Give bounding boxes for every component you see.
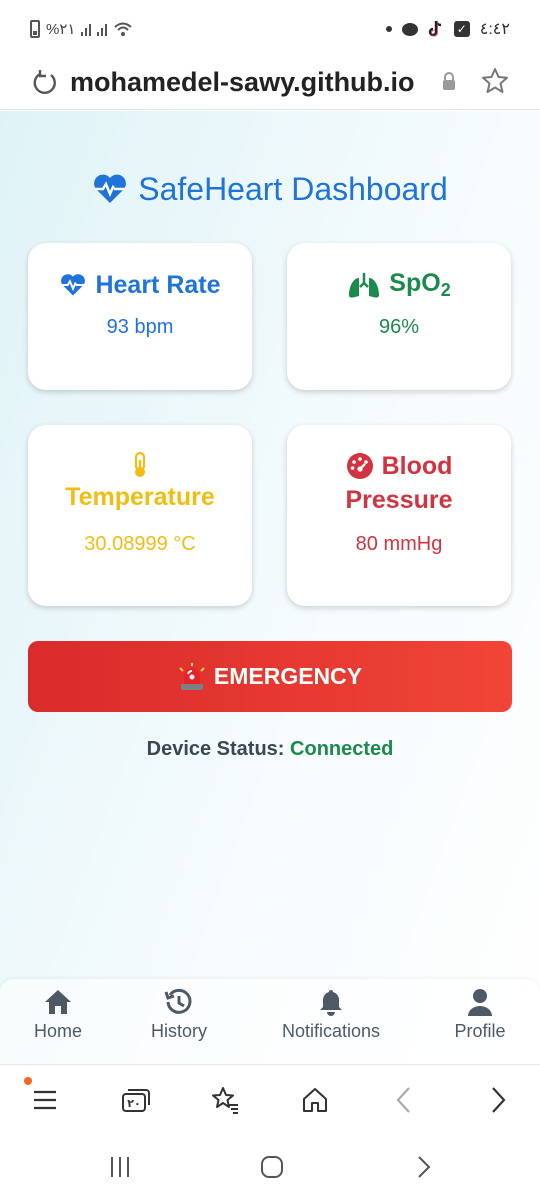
- spo2-value: 96%: [378, 316, 420, 338]
- signal-icon-2: [97, 22, 108, 36]
- status-bar: %٢١ ✓ ٤:٤٢: [0, 0, 540, 58]
- status-left: %٢١: [30, 18, 133, 40]
- system-nav-bar: [0, 1134, 540, 1200]
- spo2-card: SpO2 96%: [287, 243, 511, 390]
- home-browser-icon[interactable]: [300, 1085, 330, 1115]
- device-status: Device Status: Connected: [0, 738, 540, 761]
- checkbox-icon: ✓: [453, 21, 470, 37]
- tiktok-icon: [428, 20, 441, 37]
- menu-notification-dot: [24, 1077, 32, 1085]
- heart-pulse-icon: [94, 174, 127, 203]
- status-right: ✓ ٤:٤٢: [385, 18, 510, 40]
- battery-icon: [30, 20, 40, 38]
- blood-pressure-label-line1: Blood: [381, 452, 453, 480]
- dashboard-title: SafeHeart Dashboard: [0, 167, 540, 211]
- recent-apps-icon[interactable]: [106, 1154, 134, 1180]
- emergency-label: EMERGENCY: [213, 663, 363, 689]
- wifi-icon: [114, 22, 133, 36]
- app-bottom-nav: Home History Notifications Profile: [0, 979, 540, 1064]
- home-icon: [45, 990, 71, 1014]
- nav-history[interactable]: History: [143, 987, 215, 1057]
- device-status-label: Device Status:: [146, 738, 285, 760]
- thermometer-icon: [134, 451, 146, 477]
- chat-icon: [401, 22, 418, 36]
- bookmarks-icon[interactable]: [210, 1085, 240, 1115]
- nav-notifications[interactable]: Notifications: [270, 987, 392, 1057]
- url-text[interactable]: mohamedel-sawy.github.io: [70, 64, 424, 100]
- tabs-count: ٢٠: [127, 1098, 141, 1110]
- heart-rate-header: Heart Rate: [28, 268, 252, 302]
- nav-profile-label: Profile: [454, 1021, 506, 1041]
- device-status-value: Connected: [290, 738, 394, 760]
- heart-rate-card: Heart Rate 93 bpm: [28, 243, 252, 390]
- spo2-label: SpO2: [389, 269, 450, 301]
- nav-history-label: History: [150, 1021, 207, 1041]
- history-icon: [164, 988, 192, 1014]
- siren-icon: [179, 662, 205, 690]
- nav-home-label: Home: [33, 1021, 82, 1041]
- blood-pressure-card: Blood Pressure 80 mmHg: [287, 425, 511, 606]
- url-bar: mohamedel-sawy.github.io: [0, 58, 540, 110]
- lock-icon[interactable]: [440, 71, 458, 93]
- battery-percent: %٢١: [46, 21, 76, 38]
- blood-pressure-header: Blood Pressure: [287, 449, 511, 517]
- signal-icon: [81, 22, 92, 36]
- bookmark-star-icon[interactable]: [480, 66, 510, 96]
- nav-profile[interactable]: Profile: [446, 987, 514, 1057]
- lungs-icon: [349, 273, 380, 298]
- spo2-label-main: SpO: [389, 269, 441, 297]
- url-value: mohamedel-sawy.github.io: [70, 67, 415, 97]
- heart-rate-value: 93 bpm: [106, 316, 174, 338]
- nav-home[interactable]: Home: [28, 987, 88, 1057]
- temperature-card: Temperature 30.08999 °C: [28, 425, 252, 606]
- home-button-icon[interactable]: [258, 1154, 286, 1180]
- nav-notifications-label: Notifications: [281, 1021, 381, 1041]
- tabs-button[interactable]: ٢٠: [120, 1085, 152, 1115]
- browser-toolbar: ٢٠: [0, 1064, 540, 1134]
- spo2-header: SpO2: [287, 268, 511, 302]
- temperature-value: 30.08999 °C: [84, 533, 196, 555]
- emergency-button[interactable]: EMERGENCY: [28, 641, 512, 712]
- back-arrow-icon[interactable]: [390, 1085, 420, 1115]
- temperature-label: Temperature: [65, 483, 215, 511]
- reload-icon[interactable]: [31, 69, 59, 97]
- user-icon: [468, 989, 492, 1016]
- blood-pressure-label-line2: Pressure: [345, 486, 453, 514]
- page-content: SafeHeart Dashboard Heart Rate 93 bpm Sp…: [0, 111, 540, 1064]
- dashboard-title-text: SafeHeart Dashboard: [138, 170, 448, 207]
- bell-icon: [320, 990, 342, 1016]
- heart-pulse-icon: [61, 274, 86, 296]
- forward-arrow-icon[interactable]: [482, 1085, 512, 1115]
- spo2-label-sub: 2: [440, 280, 451, 300]
- clock: ٤:٤٢: [479, 21, 510, 38]
- heart-rate-label: Heart Rate: [95, 270, 221, 299]
- system-back-icon[interactable]: [410, 1154, 438, 1180]
- notification-dot-icon: [385, 26, 392, 32]
- blood-pressure-value: 80 mmHg: [355, 533, 443, 555]
- gauge-icon: [346, 453, 373, 479]
- menu-icon[interactable]: [30, 1085, 60, 1115]
